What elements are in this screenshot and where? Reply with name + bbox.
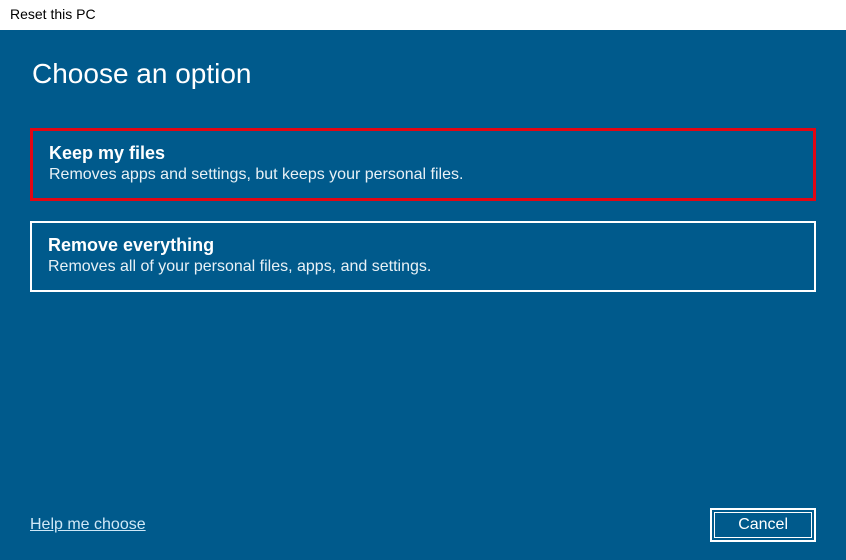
option-title: Remove everything xyxy=(48,235,798,256)
option-title: Keep my files xyxy=(49,143,797,164)
option-keep-my-files[interactable]: Keep my files Removes apps and settings,… xyxy=(30,128,816,201)
reset-pc-window: Reset this PC Choose an option Keep my f… xyxy=(0,0,846,560)
option-description: Removes apps and settings, but keeps you… xyxy=(49,166,797,184)
cancel-button[interactable]: Cancel xyxy=(710,508,816,542)
option-remove-everything[interactable]: Remove everything Removes all of your pe… xyxy=(30,221,816,292)
option-description: Removes all of your personal files, apps… xyxy=(48,258,798,276)
options-list: Keep my files Removes apps and settings,… xyxy=(30,128,816,292)
footer: Help me choose Cancel xyxy=(30,508,816,542)
page-heading: Choose an option xyxy=(32,58,816,90)
content-area: Choose an option Keep my files Removes a… xyxy=(0,30,846,560)
window-title: Reset this PC xyxy=(10,6,96,22)
help-me-choose-link[interactable]: Help me choose xyxy=(30,516,146,534)
window-titlebar: Reset this PC xyxy=(0,0,846,30)
